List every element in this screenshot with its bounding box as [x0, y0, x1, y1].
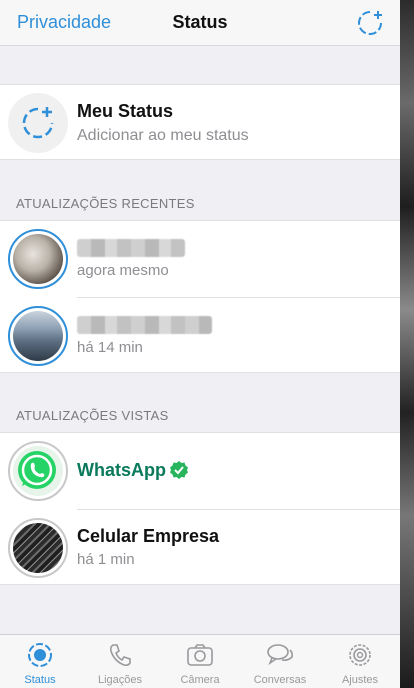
tab-label: Conversas	[253, 674, 307, 686]
list-item[interactable]: WhatsApp	[0, 433, 400, 509]
tab-camera[interactable]: Câmera	[160, 635, 240, 688]
my-status-avatar	[8, 93, 68, 153]
avatar	[8, 441, 68, 501]
phone-icon	[109, 644, 131, 667]
tab-chats[interactable]: Conversas	[240, 635, 320, 688]
status-icon	[28, 643, 52, 667]
tab-status[interactable]: Status	[0, 635, 80, 688]
status-time: há 14 min	[77, 339, 143, 356]
add-status-icon	[22, 107, 54, 139]
avatar	[8, 518, 68, 578]
avatar	[8, 306, 68, 366]
background-edge	[400, 0, 414, 688]
contact-name: Celular Empresa	[77, 526, 220, 546]
viewed-list: WhatsApp Celular Empresa há 1 min	[0, 432, 400, 585]
list-item[interactable]: há 14 min	[0, 298, 400, 374]
status-time: há 1 min	[77, 551, 135, 568]
tab-label: Ligações	[97, 674, 143, 686]
viewed-section-title: ATUALIZAÇÕES VISTAS	[16, 408, 169, 423]
tab-calls[interactable]: Ligações	[80, 635, 160, 688]
my-status-row[interactable]: Meu Status Adicionar ao meu status	[0, 84, 400, 160]
tab-label: Ajustes	[341, 674, 379, 686]
verified-badge-icon	[170, 461, 188, 479]
camera-icon	[187, 644, 213, 666]
page-title: Status	[172, 12, 228, 32]
list-item[interactable]: agora mesmo	[0, 221, 400, 297]
contact-name-redacted	[77, 239, 185, 257]
gear-icon	[349, 644, 371, 666]
contact-name: WhatsApp	[77, 460, 166, 480]
my-status-title: Meu Status	[77, 101, 174, 121]
tab-bar: Status Ligações Câmera Conversas Ajustes	[0, 634, 400, 688]
tab-label: Status	[24, 674, 56, 686]
tab-settings[interactable]: Ajustes	[320, 635, 400, 688]
new-status-icon[interactable]	[356, 9, 384, 37]
recent-section-title: ATUALIZAÇÕES RECENTES	[16, 196, 195, 211]
status-time: agora mesmo	[77, 262, 169, 279]
recent-list: agora mesmo há 14 min	[0, 220, 400, 373]
list-item[interactable]: Celular Empresa há 1 min	[0, 510, 400, 586]
status-screen: Privacidade Status Meu Status Adicionar …	[0, 0, 400, 688]
tab-label: Câmera	[180, 674, 220, 686]
chats-icon	[267, 644, 294, 666]
whatsapp-logo-icon	[18, 451, 56, 489]
my-status-subtitle: Adicionar ao meu status	[77, 127, 249, 144]
contact-name-redacted	[77, 316, 212, 334]
avatar	[8, 229, 68, 289]
nav-bar: Privacidade Status	[0, 0, 400, 46]
